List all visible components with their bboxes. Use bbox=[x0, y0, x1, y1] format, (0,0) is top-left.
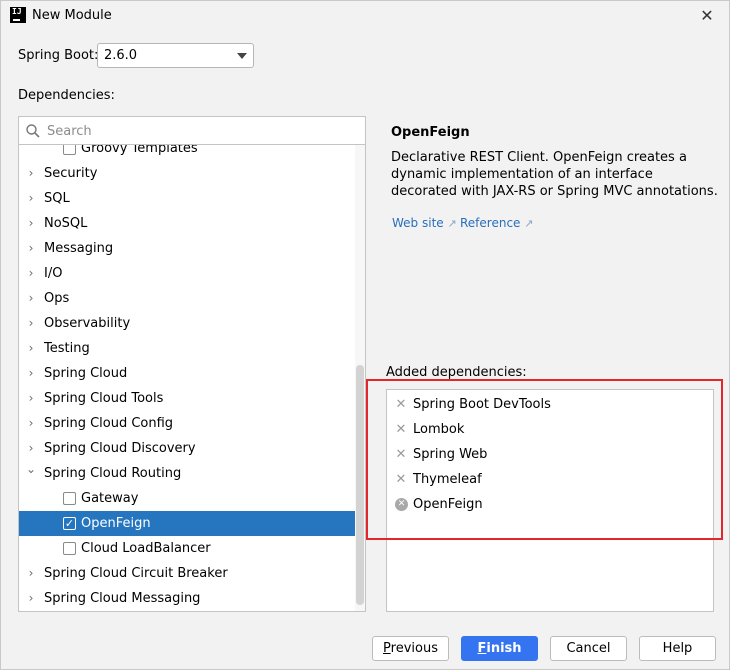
tree-row-label: Spring Cloud bbox=[44, 366, 128, 381]
dependency-checkbox[interactable] bbox=[63, 145, 76, 155]
spring-boot-version-select[interactable]: 2.6.0 bbox=[97, 43, 254, 68]
title-bar: IJ New Module ✕ bbox=[1, 1, 729, 33]
tree-row-label: SQL bbox=[44, 191, 70, 206]
dependencies-label: Dependencies: bbox=[18, 88, 115, 103]
tree-row-label: Spring Cloud Routing bbox=[44, 466, 182, 481]
tree-row-label: Messaging bbox=[44, 241, 114, 256]
chevron-right-icon[interactable]: › bbox=[25, 361, 37, 386]
chevron-right-icon[interactable]: › bbox=[25, 336, 37, 361]
tree-group-row[interactable]: › Spring Cloud Circuit Breaker bbox=[19, 561, 355, 586]
tree-dependency-row[interactable]: ✓ OpenFeign bbox=[19, 511, 355, 536]
tree-group-row[interactable]: › Spring Cloud Tools bbox=[19, 386, 355, 411]
chevron-right-icon[interactable]: › bbox=[25, 186, 37, 211]
chevron-right-icon[interactable]: › bbox=[25, 261, 37, 286]
tree-group-row[interactable]: › Messaging bbox=[19, 236, 355, 261]
chevron-right-icon[interactable]: › bbox=[25, 161, 37, 186]
highlight-box bbox=[366, 379, 723, 540]
dependency-description: Declarative REST Client. OpenFeign creat… bbox=[391, 150, 718, 199]
tree-row-label: Testing bbox=[44, 341, 90, 356]
tree-row-label: Spring Cloud Messaging bbox=[44, 591, 201, 606]
tree-row-label: Observability bbox=[44, 316, 131, 331]
tree-group-row[interactable]: › Observability bbox=[19, 311, 355, 336]
chevron-right-icon[interactable]: › bbox=[25, 236, 37, 261]
tree-scrollbar[interactable] bbox=[355, 145, 365, 611]
tree-group-row[interactable]: › NoSQL bbox=[19, 211, 355, 236]
tree-group-row[interactable]: ⌄ Spring Cloud Routing bbox=[19, 461, 355, 486]
dependencies-tree-panel: Groovy Templates › Security › SQL › NoSQL › Mess… bbox=[18, 116, 366, 612]
external-link-icon: ↗ bbox=[447, 217, 457, 230]
tree-group-row[interactable]: › Spring Cloud Messaging bbox=[19, 586, 355, 611]
help-button[interactable]: Help bbox=[639, 636, 716, 661]
chevron-right-icon[interactable]: › bbox=[25, 411, 37, 436]
tree-row-label: Ops bbox=[44, 291, 70, 306]
tree-group-row[interactable]: › Security bbox=[19, 161, 355, 186]
finish-button[interactable]: Finish bbox=[461, 636, 538, 661]
search-input[interactable] bbox=[47, 121, 347, 141]
search-bar bbox=[19, 117, 365, 145]
tree-row-label: Spring Cloud Config bbox=[44, 416, 174, 431]
tree-row-label: NoSQL bbox=[44, 216, 88, 231]
website-link-label: Web site bbox=[392, 216, 444, 230]
chevron-right-icon[interactable]: › bbox=[25, 586, 37, 611]
tree-row-label: Spring Cloud Tools bbox=[44, 391, 164, 406]
previous-button[interactable]: Previous bbox=[372, 636, 449, 661]
added-dependencies-label: Added dependencies: bbox=[386, 365, 527, 380]
chevron-right-icon[interactable]: › bbox=[25, 211, 37, 236]
tree-group-row[interactable]: › Testing bbox=[19, 336, 355, 361]
tree-row-label: Spring Cloud Discovery bbox=[44, 441, 196, 456]
new-module-dialog: IJ New Module ✕ Spring Boot: 2.6.0 Depen… bbox=[0, 0, 730, 670]
scrollbar-thumb[interactable] bbox=[356, 365, 364, 605]
tree-row-label: Security bbox=[44, 166, 98, 181]
external-link-icon: ↗ bbox=[524, 217, 534, 230]
tree-group-row[interactable]: › Spring Cloud Discovery bbox=[19, 436, 355, 461]
dependency-title: OpenFeign bbox=[391, 125, 470, 140]
tree-group-row[interactable]: › Ops bbox=[19, 286, 355, 311]
dependency-checkbox[interactable] bbox=[63, 492, 76, 505]
tree-row-label: Gateway bbox=[81, 491, 139, 506]
dependency-checkbox[interactable]: ✓ bbox=[63, 517, 76, 530]
intellij-icon: IJ bbox=[10, 7, 26, 23]
website-link[interactable]: Web site ↗ bbox=[392, 216, 457, 230]
spring-boot-label: Spring Boot: bbox=[18, 48, 99, 63]
chevron-down-icon[interactable]: ⌄ bbox=[25, 457, 37, 482]
tree-row-label: I/O bbox=[44, 266, 63, 281]
tree-dependency-row[interactable]: Groovy Templates bbox=[19, 145, 355, 161]
tree-row-label: Groovy Templates bbox=[81, 145, 198, 156]
tree-dependency-row[interactable]: Gateway bbox=[19, 486, 355, 511]
reference-link-label: Reference bbox=[460, 216, 521, 230]
dependencies-tree: Groovy Templates › Security › SQL › NoSQL › Mess… bbox=[19, 145, 365, 611]
close-icon[interactable]: ✕ bbox=[695, 4, 719, 28]
chevron-right-icon[interactable]: › bbox=[25, 386, 37, 411]
spring-boot-version-value: 2.6.0 bbox=[104, 48, 138, 63]
tree-group-row[interactable]: › I/O bbox=[19, 261, 355, 286]
reference-link[interactable]: Reference ↗ bbox=[460, 216, 533, 230]
tree-row-label: Cloud LoadBalancer bbox=[81, 541, 211, 556]
window-title: New Module bbox=[32, 8, 112, 23]
chevron-right-icon[interactable]: › bbox=[25, 311, 37, 336]
chevron-down-icon bbox=[237, 53, 247, 59]
tree-group-row[interactable]: › Spring Cloud Config bbox=[19, 411, 355, 436]
tree-group-row[interactable]: › SQL bbox=[19, 186, 355, 211]
tree-row-label: Spring Cloud Circuit Breaker bbox=[44, 566, 228, 581]
search-icon bbox=[26, 124, 40, 138]
cancel-button[interactable]: Cancel bbox=[550, 636, 627, 661]
dependency-checkbox[interactable] bbox=[63, 542, 76, 555]
chevron-right-icon[interactable]: › bbox=[25, 286, 37, 311]
tree-row-label: OpenFeign bbox=[81, 516, 151, 531]
chevron-right-icon[interactable]: › bbox=[25, 561, 37, 586]
tree-group-row[interactable]: › Spring Cloud bbox=[19, 361, 355, 386]
tree-dependency-row[interactable]: Cloud LoadBalancer bbox=[19, 536, 355, 561]
